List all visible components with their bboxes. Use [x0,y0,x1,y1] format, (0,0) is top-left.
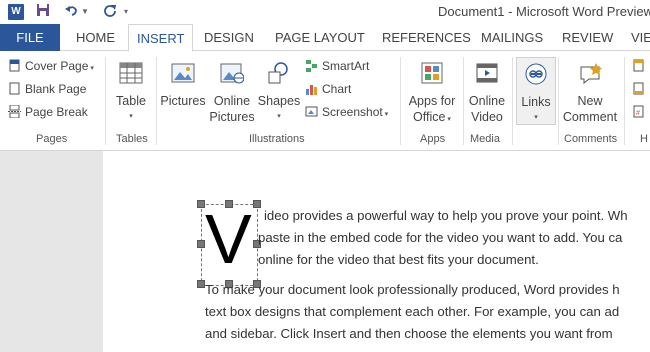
shapes-icon [268,62,288,84]
group-label-apps: Apps [420,133,446,145]
blank-page-button[interactable]: Blank Page [8,80,86,98]
footer-button[interactable] [632,80,649,98]
document-line[interactable]: paste in the embed code for the video yo… [258,227,622,249]
new-comment-icon [580,63,602,85]
word-logo-icon[interactable]: W [8,4,24,20]
group-separator [512,57,513,145]
chart-icon [306,85,317,95]
group-separator [400,57,401,145]
header-icon [633,59,644,72]
undo-icon[interactable] [62,3,80,21]
title-bar: W ▼ ▾ Document1 - Microsoft Word Preview [0,0,650,24]
window-title: Document1 - Microsoft Word Preview [438,4,650,19]
smartart-button[interactable]: SmartArt [305,57,369,75]
ribbon-insert: Cover Page ▾ Blank Page Page Break Pages… [0,51,650,151]
pictures-button[interactable]: Pictures [160,61,206,109]
apps-for-office-icon [421,62,443,84]
page-break-icon [8,105,21,118]
group-separator [105,57,106,145]
undo-dropdown-icon[interactable]: ▼ [80,3,90,21]
smartart-icon [306,60,317,72]
group-label-illustrations: Illustrations [249,133,305,145]
footer-icon [633,82,644,95]
tab-design[interactable]: DESIGN [204,24,254,50]
group-separator [156,57,157,145]
resize-handle[interactable] [197,240,205,248]
tab-mailings[interactable]: MAILINGS [481,24,543,50]
ribbon-tabs: FILE HOME INSERT DESIGN PAGE LAYOUT REFE… [0,24,650,52]
online-video-button[interactable]: Online Video [466,61,508,125]
links-dropdown-icon: ▾ [534,114,538,121]
blank-page-icon [9,82,20,95]
online-pictures-icon [220,63,245,84]
customize-qat-icon[interactable]: ▾ [121,3,131,21]
group-label-media: Media [470,133,500,145]
tab-review[interactable]: REVIEW [562,24,613,50]
new-comment-button[interactable]: New Comment [560,61,620,125]
tab-page-layout[interactable]: PAGE LAYOUT [275,24,365,50]
online-pictures-button[interactable]: Online Pictures [208,61,256,125]
save-icon[interactable] [34,3,52,21]
table-button[interactable]: Table ▾ [110,61,152,125]
cover-page-button[interactable]: Cover Page ▾ [8,57,94,75]
screenshot-icon [305,106,318,117]
table-icon [119,62,143,84]
online-video-icon [476,63,498,83]
page-number-button[interactable]: # [632,103,649,121]
tab-home[interactable]: HOME [76,24,115,50]
redo-icon[interactable] [101,3,119,21]
document-line[interactable]: ideo provides a powerful way to help you… [264,205,628,227]
document-line[interactable]: To make your document look professionall… [205,279,620,301]
group-label-header-footer: H [640,133,648,145]
page-number-icon: # [633,105,644,118]
shapes-dropdown-icon: ▾ [277,113,281,120]
tab-insert[interactable]: INSERT [128,24,194,52]
svg-text:#: # [636,110,640,117]
shapes-button[interactable]: Shapes ▾ [257,61,301,125]
apps-for-office-button[interactable]: Apps for Office ▾ [404,61,460,128]
resize-handle[interactable] [197,200,205,208]
links-icon [525,63,547,85]
resize-handle[interactable] [253,200,261,208]
page-break-button[interactable]: Page Break [8,103,88,121]
tab-view[interactable]: VIE [631,24,650,50]
group-label-comments: Comments [564,133,618,145]
group-separator [463,57,464,145]
pictures-icon [171,63,195,83]
screenshot-button[interactable]: Screenshot ▾ [305,103,388,121]
group-label-pages: Pages [36,133,68,145]
document-line[interactable]: online for the video that best fits your… [258,249,539,271]
document-line[interactable]: text box designs that complement each ot… [205,301,619,323]
group-separator [624,57,625,145]
chart-button[interactable]: Chart [305,80,351,98]
tab-references[interactable]: REFERENCES [382,24,471,50]
header-button[interactable] [632,57,649,75]
links-button[interactable]: Links ▾ [516,57,556,125]
group-separator [558,57,559,145]
tab-file[interactable]: FILE [0,24,60,51]
resize-handle[interactable] [197,280,205,288]
drop-cap-letter[interactable]: V [205,196,252,282]
group-label-tables: Tables [116,133,148,145]
cover-page-icon [9,59,20,72]
document-line[interactable]: and sidebar. Click Insert and then choos… [205,323,613,345]
table-dropdown-icon: ▾ [129,113,133,120]
